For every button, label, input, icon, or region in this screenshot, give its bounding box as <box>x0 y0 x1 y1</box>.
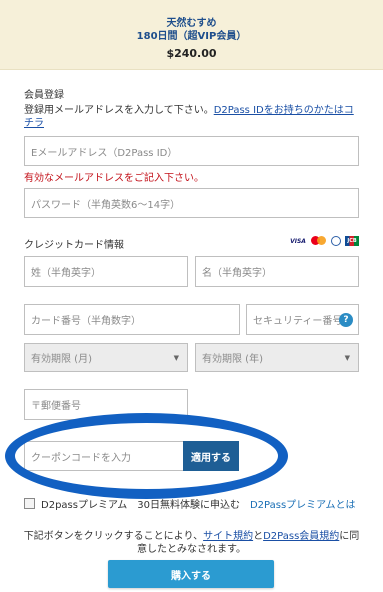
card-brand-icons: VISA JCB <box>289 236 359 246</box>
premium-info-link[interactable]: D2Passプレミアムとは <box>250 496 356 511</box>
premium-checkbox[interactable] <box>24 498 35 509</box>
visa-icon: VISA <box>290 237 306 245</box>
help-icon[interactable]: ? <box>339 312 353 327</box>
exp-year-value: 有効期限 (年) <box>202 354 263 365</box>
site-terms-link[interactable]: サイト規約 <box>203 531 253 542</box>
card-number-placeholder: カード番号（半角数字） <box>31 316 141 327</box>
jcb-icon: JCB <box>345 236 359 246</box>
premium-checkbox-label[interactable]: D2passプレミアム 30日無料体験に申込む <box>41 496 240 511</box>
credit-card-section-title: クレジットカード情報 <box>24 240 124 251</box>
mastercard-icon <box>311 236 327 246</box>
exp-month-value: 有効期限 (月) <box>31 354 92 365</box>
chevron-down-icon: ▼ <box>344 353 350 362</box>
apply-coupon-button[interactable]: 適用する <box>183 441 239 471</box>
plan-name: 天然むすめ <box>166 18 217 29</box>
plan-price: $240.00 <box>166 47 217 60</box>
membership-section-title: 会員登録 <box>24 90 64 101</box>
password-field[interactable]: パスワード（半角英数6〜14字） <box>24 188 359 218</box>
email-placeholder: Eメールアドレス（D2Pass ID） <box>31 147 178 159</box>
membership-note: 登録用メールアドレスを入力して下さい。D2Pass IDをお持ちのかたはコチラ <box>24 104 360 130</box>
coupon-input[interactable]: クーポンコードを入力 <box>24 441 184 471</box>
membership-note-text: 登録用メールアドレスを入力して下さい。 <box>24 105 214 116</box>
password-placeholder: パスワード（半角英数6〜14字） <box>31 199 181 211</box>
plan-term: 180日間（超VIP会員） <box>136 31 247 42</box>
exp-year-select[interactable]: 有効期限 (年) ▼ <box>195 343 359 372</box>
premium-option: D2passプレミアム 30日無料体験に申込む D2Passプレミアムとは <box>24 496 355 511</box>
terms-prefix: 下記ボタンをクリックすることにより、 <box>23 531 204 542</box>
first-name-placeholder: 名（半角英字） <box>202 268 272 279</box>
email-field[interactable]: Eメールアドレス（D2Pass ID） <box>24 136 359 166</box>
plan-summary: 天然むすめ 180日間（超VIP会員） $240.00 <box>0 0 383 70</box>
terms-notice: 下記ボタンをクリックすることにより、サイト規約とD2Pass会員規約に同意したと… <box>20 530 363 556</box>
security-code-field[interactable]: セキュリティー番号 ? <box>246 304 359 335</box>
last-name-placeholder: 姓（半角英字） <box>31 268 101 279</box>
chevron-down-icon: ▼ <box>173 353 179 362</box>
postal-code-field[interactable]: 〒郵便番号 <box>24 389 188 420</box>
card-number-field[interactable]: カード番号（半角数字） <box>24 304 240 335</box>
security-code-placeholder: セキュリティー番号 <box>253 316 343 327</box>
exp-month-select[interactable]: 有効期限 (月) ▼ <box>24 343 188 372</box>
postal-code-placeholder: 〒郵便番号 <box>31 401 81 412</box>
coupon-placeholder: クーポンコードを入力 <box>31 452 131 464</box>
purchase-button[interactable]: 購入する <box>108 560 274 588</box>
last-name-field[interactable]: 姓（半角英字） <box>24 256 188 287</box>
first-name-field[interactable]: 名（半角英字） <box>195 256 359 287</box>
member-terms-link[interactable]: D2Pass会員規約 <box>263 531 339 542</box>
diners-icon <box>331 236 341 246</box>
terms-and: と <box>253 531 264 542</box>
email-error: 有効なメールアドレスをご記入下さい。 <box>24 173 204 184</box>
